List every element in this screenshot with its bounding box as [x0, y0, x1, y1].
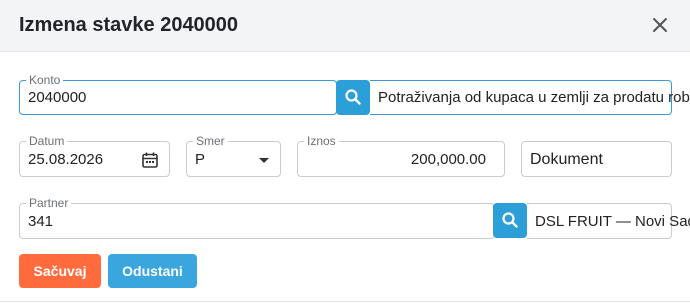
divider	[0, 301, 690, 302]
partner-search-button[interactable]	[493, 203, 527, 238]
search-icon	[502, 212, 518, 228]
partner-field[interactable]: Partner 341	[19, 195, 495, 239]
partner-label: Partner	[26, 195, 72, 211]
konto-field[interactable]: Konto 2040000	[19, 72, 337, 115]
partner-description: DSL FRUIT — Novi Sad	[535, 213, 690, 230]
caret-down-icon	[259, 158, 269, 163]
cancel-button[interactable]: Odustani	[108, 254, 197, 288]
search-icon	[345, 89, 361, 105]
konto-description-box: Potraživanja od kupaca u zemlji za proda…	[370, 80, 690, 115]
partner-description-box: DSL FRUIT — Novi Sad	[527, 203, 690, 239]
save-button[interactable]: Sačuvaj	[19, 254, 101, 288]
iznos-input[interactable]: 200,000.00	[411, 151, 486, 169]
konto-search-button[interactable]	[336, 80, 370, 115]
konto-label: Konto	[26, 72, 64, 88]
calendar-icon[interactable]	[141, 151, 159, 169]
datum-input[interactable]: 25.08.2026	[28, 151, 103, 169]
close-icon	[653, 18, 667, 32]
dokument-field[interactable]: Dokument	[521, 141, 672, 177]
datum-label: Datum	[26, 133, 68, 149]
close-button[interactable]	[648, 13, 672, 37]
konto-description: Potraživanja od kupaca u zemlji za proda…	[378, 89, 690, 106]
smer-value: P	[195, 151, 206, 168]
smer-label: Smer	[193, 133, 228, 149]
partner-input[interactable]: 341	[28, 213, 53, 231]
iznos-field[interactable]: Iznos 200,000.00	[297, 133, 505, 177]
iznos-label: Iznos	[304, 133, 339, 149]
datum-field[interactable]: Datum 25.08.2026	[19, 133, 170, 177]
konto-input[interactable]: 2040000	[28, 89, 86, 107]
dokument-placeholder[interactable]: Dokument	[530, 151, 603, 169]
modal-header: Izmena stavke 2040000	[0, 0, 690, 52]
modal-title: Izmena stavke 2040000	[19, 14, 239, 36]
smer-select[interactable]: Smer P	[186, 133, 281, 177]
